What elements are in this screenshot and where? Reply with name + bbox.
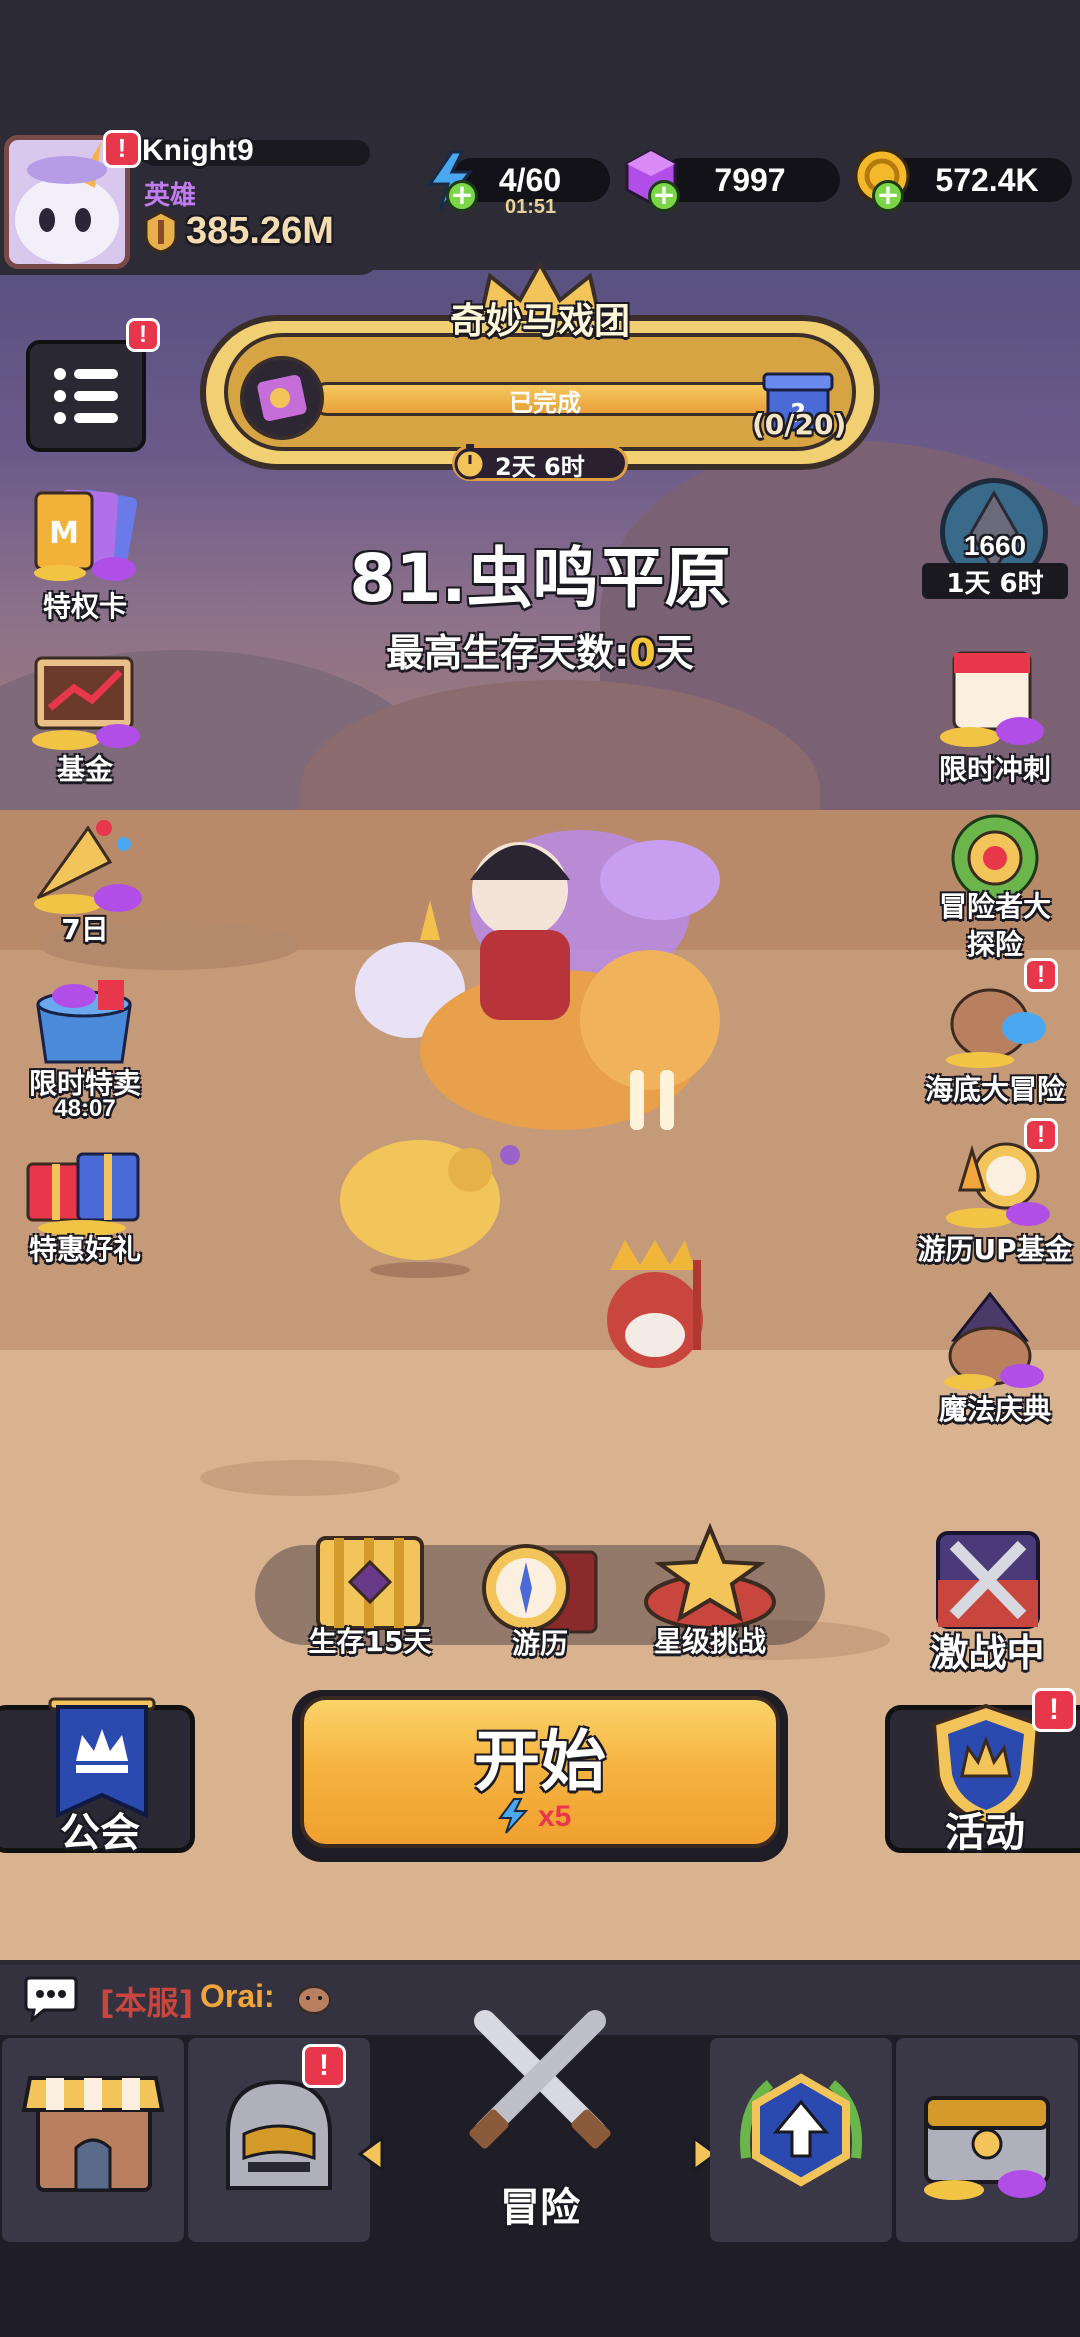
gold-add-button[interactable]: +: [872, 180, 904, 212]
treasure-chest-icon: [924, 2096, 1050, 2200]
activity-alert-badge: !: [1032, 1688, 1076, 1732]
mode-label[interactable]: 生存15天: [290, 1620, 450, 1660]
left-item-label[interactable]: 基金: [0, 748, 170, 788]
left-item-label[interactable]: 特惠好礼: [0, 1228, 170, 1268]
chat-emoji-icon: [294, 1976, 334, 2016]
svg-text:M: M: [49, 516, 79, 551]
adventure-swords-icon: [455, 2005, 625, 2155]
upgrade-arrow-icon: [740, 2073, 862, 2187]
travel-fund-alert-badge: !: [1024, 1118, 1058, 1152]
right-item-label[interactable]: 海底大冒险: [910, 1068, 1080, 1108]
mode-label[interactable]: 游历: [460, 1622, 620, 1662]
energy-add-button[interactable]: +: [446, 180, 478, 212]
gems-pill[interactable]: 7997: [660, 158, 840, 202]
best-days-value: 0: [629, 631, 656, 675]
player-name: Knight9: [142, 134, 254, 167]
nav-shop[interactable]: [2, 2038, 184, 2242]
chat-channel: [本服]: [100, 1984, 194, 2022]
status-area: [0, 0, 1080, 120]
chat-bubble-icon: [22, 1972, 80, 2024]
nav-left-arrow-icon[interactable]: [356, 2135, 386, 2173]
right-item-label[interactable]: 限时冲刺: [910, 748, 1080, 788]
nav-treasure[interactable]: [896, 2038, 1078, 2242]
player-rank: 英雄: [144, 181, 197, 211]
equipment-alert-badge: !: [302, 2044, 346, 2088]
best-days-label: 最高生存天数:: [386, 631, 630, 675]
crossed-swords-battle-icon[interactable]: [930, 1525, 1046, 1635]
player-power: 385.26M: [186, 210, 334, 252]
magic-festival-icon[interactable]: [930, 1290, 1060, 1390]
privilege-card-icon[interactable]: M: [20, 485, 150, 585]
energy-value: 4/60: [498, 162, 562, 198]
rank-time: 1天 6时: [946, 569, 1044, 599]
survival-gate-icon[interactable]: [308, 1530, 432, 1634]
best-days-unit: 天: [655, 631, 694, 675]
calendar-sprint-icon[interactable]: [930, 645, 1060, 755]
seven-day-party-icon[interactable]: [18, 808, 152, 918]
gems-value: 7997: [714, 162, 786, 198]
menu-button[interactable]: [26, 340, 146, 452]
gems-add-button[interactable]: +: [648, 180, 680, 212]
fund-icon[interactable]: [22, 648, 148, 758]
star-challenge-icon[interactable]: [640, 1522, 780, 1634]
power-icon: [142, 210, 180, 254]
nav-upgrade[interactable]: [710, 2038, 892, 2242]
left-item-label[interactable]: 7日: [0, 908, 170, 948]
king-enemy: [595, 1240, 715, 1380]
event-status: 已完成: [509, 389, 581, 417]
chat-sender: Orai:: [200, 1978, 275, 2014]
event-time-left: 2天 6时: [495, 453, 585, 481]
mode-label[interactable]: 星级挑战: [630, 1620, 790, 1660]
stopwatch-icon: [452, 442, 488, 482]
avatar-alert-badge: !: [103, 130, 141, 168]
limited-sale-icon[interactable]: [18, 966, 152, 1076]
stage-best-days: 最高生存天数:0天: [0, 622, 1080, 677]
activity-label: 活动: [945, 1810, 1025, 1856]
shop-icon: [21, 2076, 165, 2192]
home-indicator-area: [0, 2245, 1080, 2337]
right-item-label[interactable]: 魔法庆典: [910, 1388, 1080, 1428]
event-ticket-icon: [240, 356, 324, 440]
limited-sale-timer: 48:07: [54, 1095, 116, 1122]
beast-companion: [320, 1110, 520, 1280]
nav-adventure-label: 冒险: [500, 2185, 580, 2231]
right-item-label[interactable]: 游历UP基金: [910, 1228, 1080, 1268]
energy-cost-icon: [496, 1798, 530, 1834]
gold-value: 572.4K: [935, 162, 1039, 198]
energy-timer: 01:51: [505, 196, 557, 218]
start-button-label: 开始: [474, 1723, 606, 1800]
guild-label: 公会: [60, 1810, 140, 1856]
event-title: 奇妙马戏团: [449, 301, 630, 342]
rank-value: 1660: [963, 530, 1027, 561]
start-energy-cost: x5: [538, 1800, 572, 1833]
menu-alert-badge: !: [126, 318, 160, 352]
menu-list-icon: [54, 368, 118, 424]
event-progress-count: (0/20): [752, 408, 847, 441]
battle-status-label[interactable]: 激战中: [900, 1622, 1075, 1677]
deep-sea-alert-badge: !: [1024, 958, 1058, 992]
gift-bundle-icon[interactable]: [18, 1130, 152, 1240]
right-item-label[interactable]: 冒险者大 探险: [910, 888, 1080, 964]
left-item-label[interactable]: 特权卡: [0, 585, 170, 625]
